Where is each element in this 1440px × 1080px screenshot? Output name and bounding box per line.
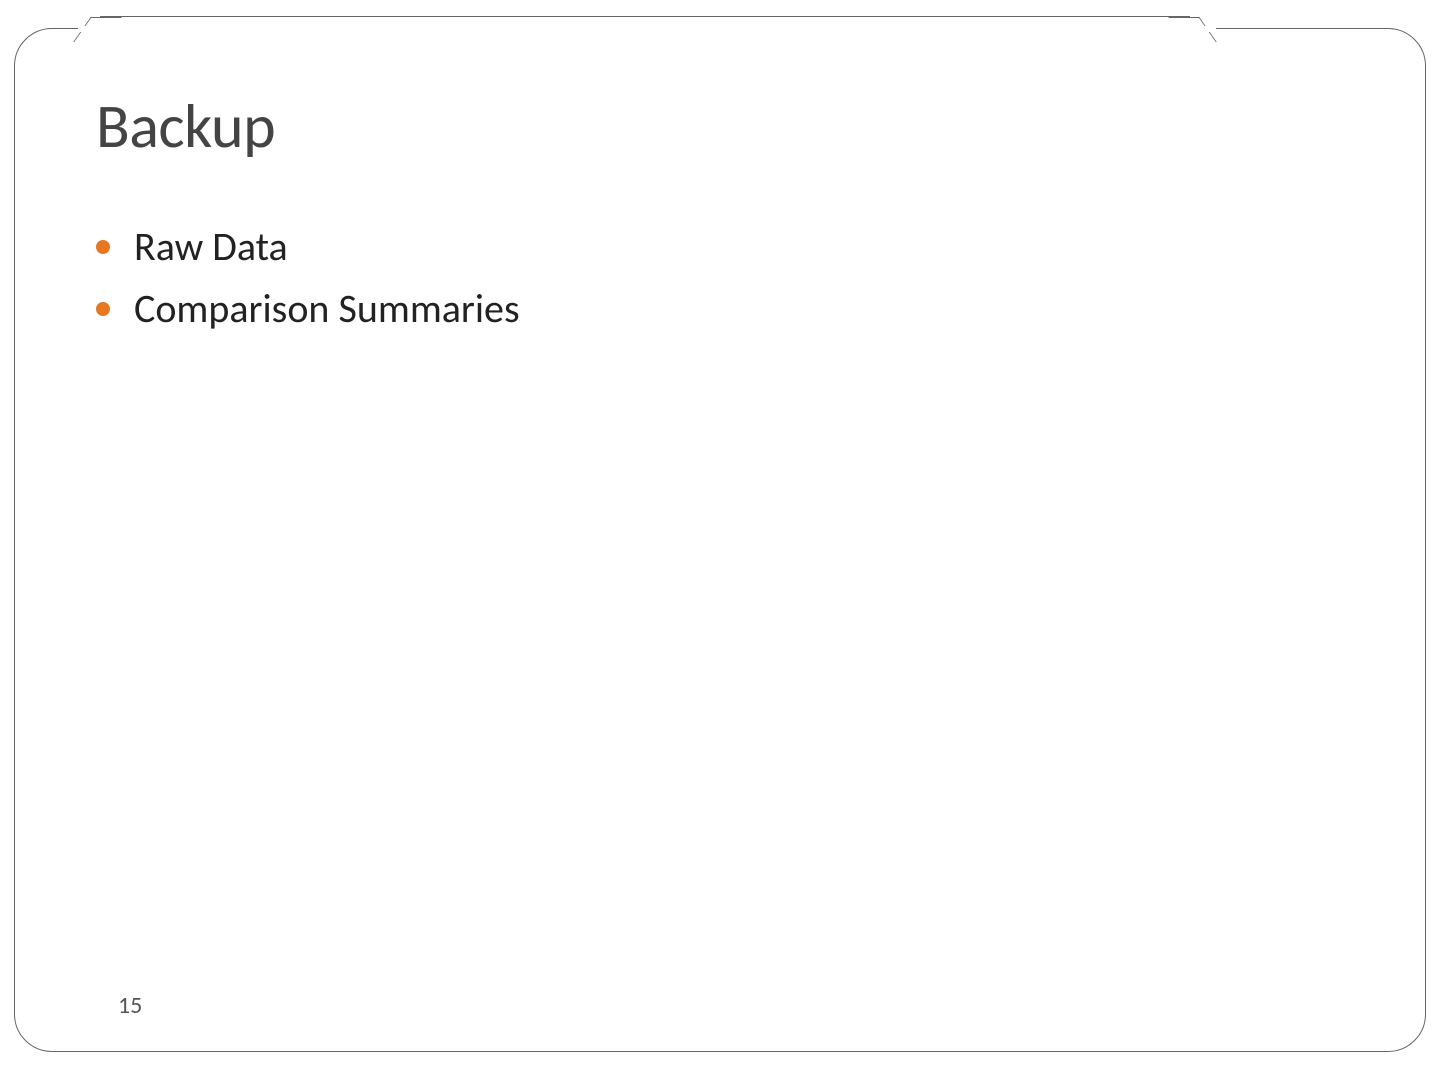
- bullet-icon: [96, 302, 110, 316]
- list-item: Comparison Summaries: [96, 278, 520, 340]
- slide-tab-mask: [78, 26, 1216, 32]
- page-number: 15: [118, 991, 142, 1020]
- list-item: Raw Data: [96, 216, 520, 278]
- bullet-list: Raw Data Comparison Summaries: [96, 216, 520, 340]
- bullet-icon: [96, 240, 110, 254]
- slide-title: Backup: [96, 88, 275, 164]
- bullet-text: Raw Data: [134, 216, 288, 278]
- slide-frame: [14, 28, 1426, 1052]
- bullet-text: Comparison Summaries: [134, 278, 520, 340]
